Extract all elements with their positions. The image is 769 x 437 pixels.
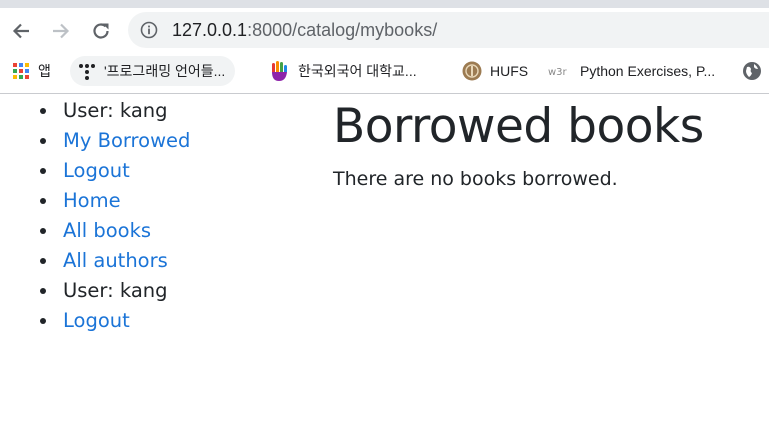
bookmark-python-exercises[interactable]: w3r Python Exercises, P... xyxy=(548,54,715,88)
address-bar[interactable]: 127.0.0.1:8000/catalog/mybooks/ xyxy=(128,12,769,48)
sidebar-link-logout[interactable]: Logout xyxy=(63,159,130,182)
hand-logo-icon xyxy=(268,60,290,82)
tab-strip-edge xyxy=(0,0,769,8)
bookmark-hufs[interactable]: HUFS xyxy=(462,54,528,88)
bookmark-label: 한국외국어 대학교... xyxy=(298,63,417,79)
arrow-right-icon xyxy=(53,23,70,39)
bookmark-programming-languages[interactable]: '프로그래밍 언어들... xyxy=(70,56,236,86)
browser-toolbar: 127.0.0.1:8000/catalog/mybooks/ xyxy=(0,8,769,54)
back-button[interactable] xyxy=(8,18,34,44)
page-viewport: User: kang My Borrowed Logout Home All b… xyxy=(0,94,769,437)
bookmark-hufs-university[interactable]: 한국외국어 대학교... xyxy=(268,54,417,88)
svg-text:w3r: w3r xyxy=(548,67,568,78)
apps-grid-icon xyxy=(12,62,30,80)
url-text[interactable]: 127.0.0.1:8000/catalog/mybooks/ xyxy=(172,20,437,41)
sidebar-user-label: User: kang xyxy=(63,279,168,302)
sidebar-item-my-borrowed: My Borrowed xyxy=(40,126,190,156)
reload-button[interactable] xyxy=(88,18,114,44)
sidebar-item-all-books: All books xyxy=(40,216,190,246)
forward-button[interactable] xyxy=(48,18,74,44)
bookmark-globe[interactable] xyxy=(742,54,769,88)
bookmark-label: 앱 xyxy=(38,63,51,79)
sidebar-item-user: User: kang xyxy=(40,96,190,126)
browser-chrome: 127.0.0.1:8000/catalog/mybooks/ 앱 '프로그래밍… xyxy=(0,0,769,93)
w3r-icon: w3r xyxy=(548,64,572,78)
sidebar-item-user-2: User: kang xyxy=(40,276,190,306)
url-path: :8000/catalog/mybooks/ xyxy=(247,20,438,40)
sidebar-link-logout[interactable]: Logout xyxy=(63,309,130,332)
empty-message: There are no books borrowed. xyxy=(333,168,618,190)
sidebar-user-label: User: kang xyxy=(63,99,168,122)
sidebar-link-home[interactable]: Home xyxy=(63,189,121,212)
arrow-left-icon xyxy=(12,23,29,39)
hufs-seal-icon xyxy=(462,61,482,81)
globe-icon xyxy=(742,61,762,81)
sidebar-nav: User: kang My Borrowed Logout Home All b… xyxy=(0,96,190,336)
main-content: Borrowed books There are no books borrow… xyxy=(333,94,704,190)
sidebar-item-logout: Logout xyxy=(40,156,190,186)
bookmark-label: Python Exercises, P... xyxy=(580,63,716,79)
info-icon[interactable] xyxy=(140,21,158,39)
url-host: 127.0.0.1 xyxy=(172,20,248,40)
sidebar-link-my-borrowed[interactable]: My Borrowed xyxy=(63,129,190,152)
bookmark-apps[interactable]: 앱 xyxy=(12,54,51,88)
sidebar-link-all-books[interactable]: All books xyxy=(63,219,151,242)
sidebar-item-home: Home xyxy=(40,186,190,216)
bookmark-label: '프로그래밍 언어들... xyxy=(104,63,226,79)
sidebar-item-logout-2: Logout xyxy=(40,306,190,336)
sidebar-link-all-authors[interactable]: All authors xyxy=(63,249,168,272)
t-dots-icon xyxy=(78,62,96,80)
page-title: Borrowed books xyxy=(333,99,704,154)
bookmark-label: HUFS xyxy=(490,63,529,79)
reload-icon xyxy=(93,23,109,39)
bookmarks-bar: 앱 '프로그래밍 언어들... 한국외국어 대학교... HUFS w3r Py… xyxy=(0,54,769,88)
sidebar-item-all-authors: All authors xyxy=(40,246,190,276)
